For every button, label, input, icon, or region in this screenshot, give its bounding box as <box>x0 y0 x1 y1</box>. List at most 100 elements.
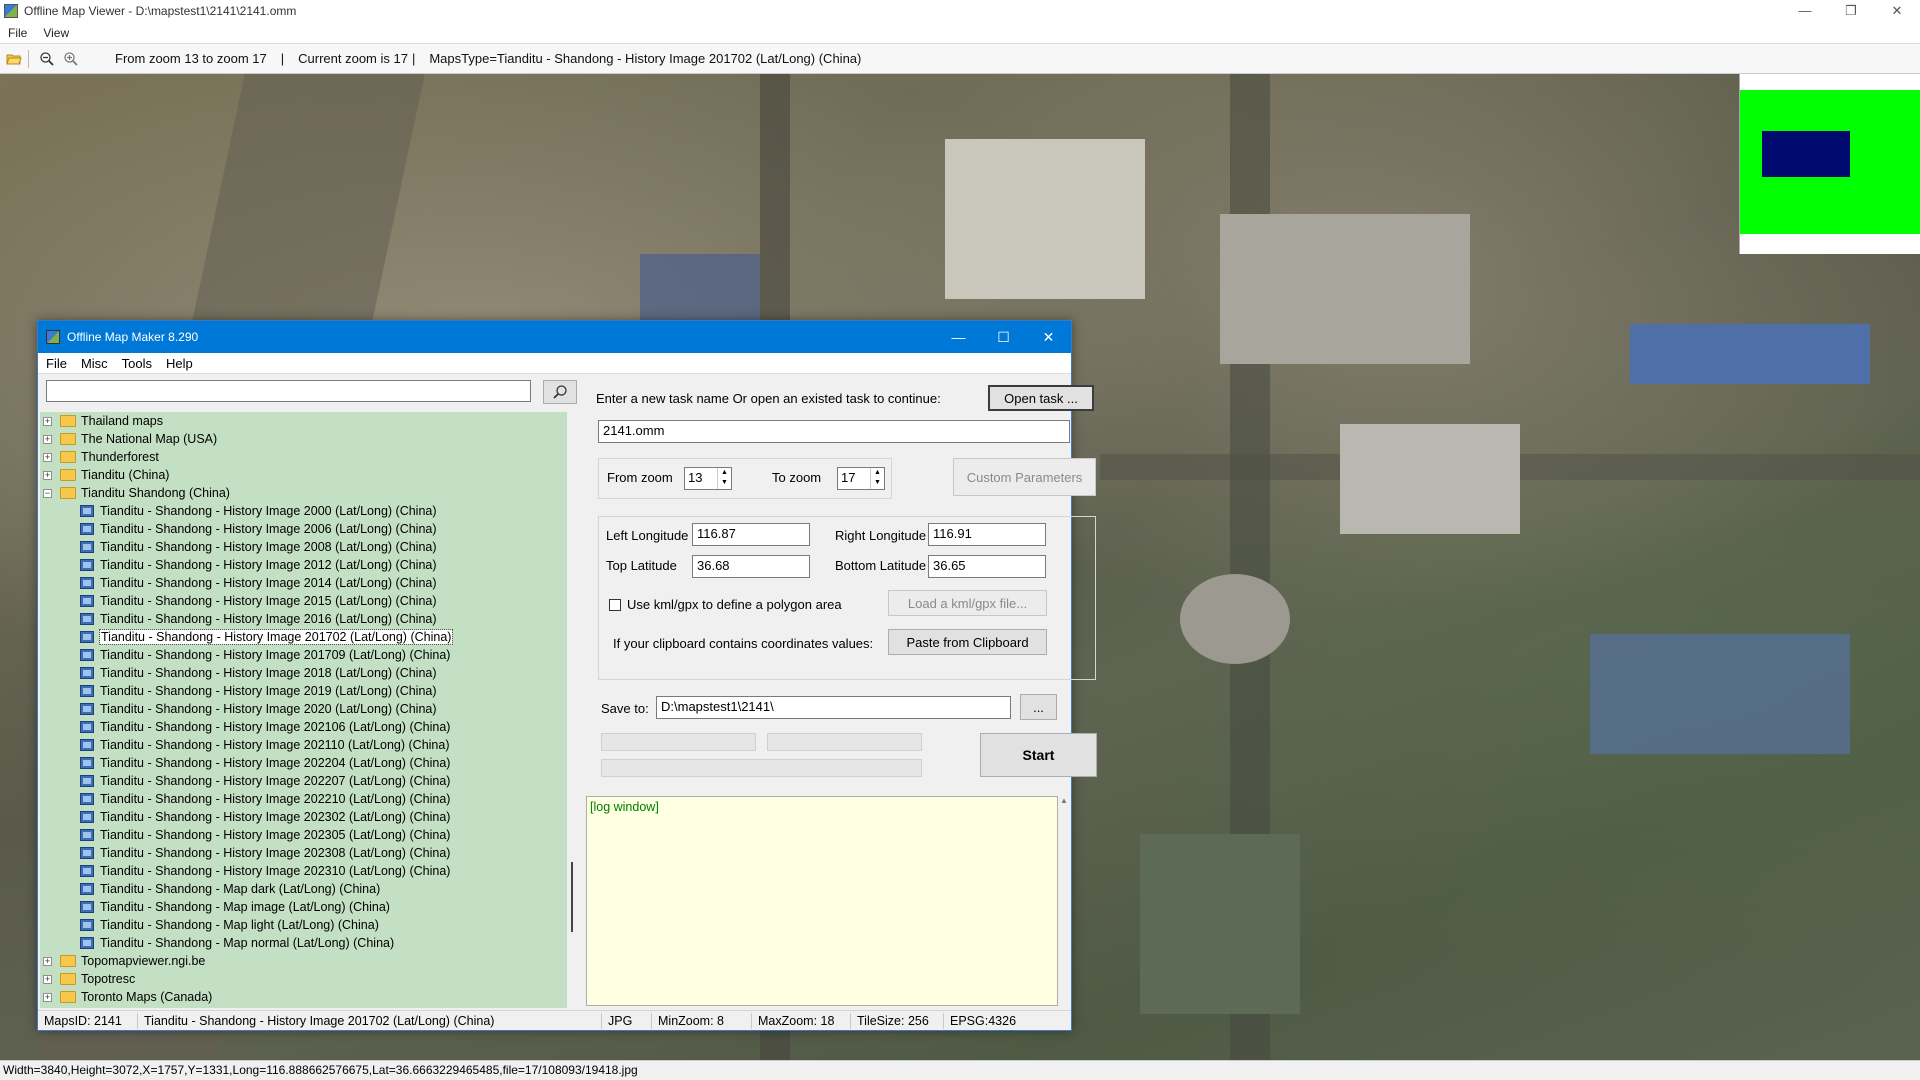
expand-icon[interactable]: + <box>43 992 52 1002</box>
load-kml-button[interactable]: Load a kml/gpx file... <box>888 590 1047 616</box>
expand-icon[interactable]: + <box>43 470 52 480</box>
paste-clipboard-button[interactable]: Paste from Clipboard <box>888 629 1047 655</box>
task-name-input[interactable]: 2141.omm <box>598 420 1070 443</box>
menu-file[interactable]: File <box>46 356 67 371</box>
from-zoom-stepper[interactable]: 13 ▲ ▼ <box>684 467 732 490</box>
tree-map-item[interactable]: Tianditu - Shandong - History Image 2012… <box>40 556 567 574</box>
menu-file[interactable]: File <box>8 26 27 40</box>
tree-item-label: Tianditu - Shandong - History Image 2015… <box>100 594 437 608</box>
tree-map-item[interactable]: Tianditu - Shandong - History Image 2006… <box>40 520 567 538</box>
collapse-icon[interactable]: − <box>43 488 52 498</box>
menu-tools[interactable]: Tools <box>122 356 152 371</box>
tree-folder-item[interactable]: − Tianditu Shandong (China) <box>40 484 567 502</box>
tree-folder-item[interactable]: + Tianditu (China) <box>40 466 567 484</box>
maximize-button[interactable]: ☐ <box>981 321 1026 353</box>
menu-view[interactable]: View <box>43 26 69 40</box>
map-layer-icon <box>80 523 94 535</box>
save-path-input[interactable]: D:\mapstest1\2141\ <box>656 696 1011 719</box>
minimap-viewport[interactable] <box>1762 131 1850 177</box>
tree-map-item[interactable]: Tianditu - Shandong - History Image 2021… <box>40 736 567 754</box>
to-zoom-value: 17 <box>841 470 856 485</box>
tree-map-item[interactable]: Tianditu - Shandong - Map normal (Lat/Lo… <box>40 934 567 952</box>
map-layer-icon <box>80 613 94 625</box>
open-task-button[interactable]: Open task ... <box>988 385 1094 411</box>
zoom-in-icon[interactable] <box>61 49 81 69</box>
search-button[interactable] <box>543 380 577 404</box>
minimize-button[interactable]: — <box>1782 0 1828 22</box>
expand-icon[interactable]: + <box>43 974 52 984</box>
close-button[interactable]: ✕ <box>1026 321 1071 353</box>
tree-map-item[interactable]: Tianditu - Shandong - History Image 2022… <box>40 772 567 790</box>
tree-item-label: Topomapviewer.ngi.be <box>81 954 206 968</box>
tree-item-label: Tianditu - Shandong - History Image 2012… <box>100 558 437 572</box>
tree-map-item[interactable]: Tianditu - Shandong - History Image 2023… <box>40 808 567 826</box>
map-layer-icon <box>80 667 94 679</box>
tree-map-item[interactable]: Tianditu - Shandong - Map dark (Lat/Long… <box>40 880 567 898</box>
tree-map-item[interactable]: Tianditu - Shandong - History Image 2023… <box>40 862 567 880</box>
spin-arrows-icon[interactable]: ▲ ▼ <box>870 468 884 489</box>
app-icon <box>4 4 18 18</box>
left-longitude-input[interactable]: 116.87 <box>692 523 810 546</box>
start-button[interactable]: Start <box>980 733 1097 777</box>
minimize-button[interactable]: — <box>936 321 981 353</box>
tree-map-item[interactable]: Tianditu - Shandong - History Image 2023… <box>40 844 567 862</box>
tree-folder-item[interactable]: + The National Map (USA) <box>40 430 567 448</box>
top-latitude-input[interactable]: 36.68 <box>692 555 810 578</box>
dialog-titlebar[interactable]: Offline Map Maker 8.290 — ☐ ✕ <box>38 321 1071 353</box>
folder-icon <box>60 955 76 967</box>
zoom-out-icon[interactable] <box>37 49 57 69</box>
folder-icon <box>60 451 76 463</box>
dialog-window-controls: — ☐ ✕ <box>936 321 1071 353</box>
browse-button[interactable]: ... <box>1020 694 1057 720</box>
overview-minimap[interactable] <box>1739 74 1920 254</box>
tree-map-item[interactable]: Tianditu - Shandong - Map light (Lat/Lon… <box>40 916 567 934</box>
offline-map-maker-dialog: Offline Map Maker 8.290 — ☐ ✕ File Misc … <box>37 320 1097 1031</box>
to-zoom-stepper[interactable]: 17 ▲ ▼ <box>837 467 885 490</box>
expand-icon[interactable]: + <box>43 956 52 966</box>
status-tile-size: TileSize: 256 <box>851 1012 944 1029</box>
bottom-latitude-input[interactable]: 36.65 <box>928 555 1046 578</box>
tree-folder-item[interactable]: + Thailand maps <box>40 412 567 430</box>
tree-folder-item[interactable]: + Thunderforest <box>40 448 567 466</box>
scroll-up-icon[interactable]: ▲ <box>1058 796 1070 805</box>
tree-map-item[interactable]: Tianditu - Shandong - History Image 2019… <box>40 682 567 700</box>
custom-parameters-button[interactable]: Custom Parameters <box>953 458 1096 496</box>
scrollbar-thumb[interactable] <box>571 862 573 932</box>
tree-map-item[interactable]: Tianditu - Shandong - History Image 2017… <box>40 646 567 664</box>
use-kml-checkbox[interactable] <box>609 599 621 611</box>
log-scrollbar[interactable]: ▲ <box>1058 796 1070 1006</box>
folder-icon <box>60 487 76 499</box>
tree-map-item[interactable]: Tianditu - Shandong - History Image 2016… <box>40 610 567 628</box>
tree-map-item[interactable]: Tianditu - Shandong - History Image 2015… <box>40 592 567 610</box>
close-button[interactable]: ✕ <box>1874 0 1920 22</box>
tree-map-item[interactable]: Tianditu - Shandong - History Image 2008… <box>40 538 567 556</box>
tree-folder-item[interactable]: + Topotresc <box>40 970 567 988</box>
tree-folder-item[interactable]: + Toronto Maps (Canada) <box>40 988 567 1006</box>
status-epsg: EPSG:4326 <box>950 1013 1017 1028</box>
tree-map-item[interactable]: Tianditu - Shandong - History Image 2017… <box>40 628 567 646</box>
spin-arrows-icon[interactable]: ▲ ▼ <box>717 468 731 489</box>
right-longitude-input[interactable]: 116.91 <box>928 523 1046 546</box>
tree-map-item[interactable]: Tianditu - Shandong - History Image 2000… <box>40 502 567 520</box>
search-input[interactable] <box>46 380 531 402</box>
open-folder-icon[interactable] <box>4 49 24 69</box>
tree-folder-item[interactable]: + Topomapviewer.ngi.be <box>40 952 567 970</box>
coordinates-group: Left Longitude 116.87 Right Longitude 11… <box>598 516 1096 680</box>
menu-help[interactable]: Help <box>166 356 193 371</box>
expand-icon[interactable]: + <box>43 416 52 426</box>
map-tree[interactable]: + Thailand maps + The National Map (USA) + Th… <box>40 412 567 1008</box>
maximize-button[interactable]: ❐ <box>1828 0 1874 22</box>
tree-map-item[interactable]: Tianditu - Shandong - History Image 2023… <box>40 826 567 844</box>
tree-scrollbar[interactable] <box>567 412 579 1008</box>
expand-icon[interactable]: + <box>43 434 52 444</box>
menu-misc[interactable]: Misc <box>81 356 108 371</box>
tree-map-item[interactable]: Tianditu - Shandong - History Image 2022… <box>40 754 567 772</box>
expand-icon[interactable]: + <box>43 452 52 462</box>
tree-map-item[interactable]: Tianditu - Shandong - History Image 2022… <box>40 790 567 808</box>
tree-map-item[interactable]: Tianditu - Shandong - History Image 2014… <box>40 574 567 592</box>
tree-map-item[interactable]: Tianditu - Shandong - History Image 2018… <box>40 664 567 682</box>
log-window[interactable]: [log window] <box>586 796 1058 1006</box>
tree-map-item[interactable]: Tianditu - Shandong - History Image 2020… <box>40 700 567 718</box>
tree-map-item[interactable]: Tianditu - Shandong - History Image 2021… <box>40 718 567 736</box>
tree-map-item[interactable]: Tianditu - Shandong - Map image (Lat/Lon… <box>40 898 567 916</box>
